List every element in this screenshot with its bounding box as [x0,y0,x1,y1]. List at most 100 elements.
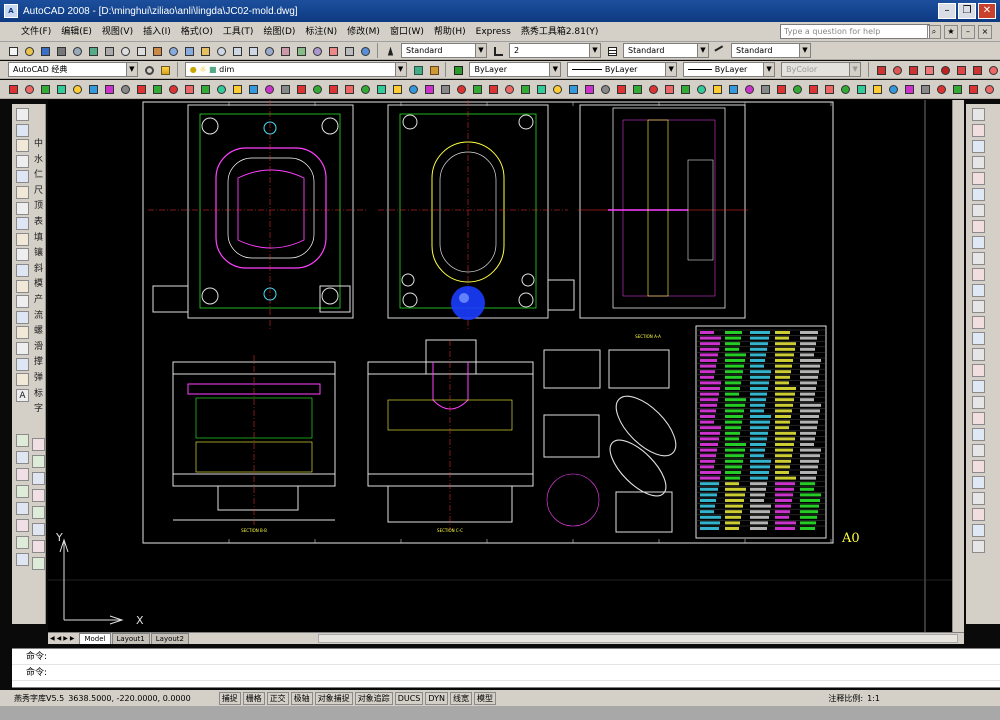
make-block-icon[interactable] [16,295,29,309]
trim-icon[interactable] [32,506,45,519]
status-toggle[interactable]: 对象追踪 [354,691,393,705]
yanxiu-tool-button[interactable]: 字 [32,403,45,416]
tool-34-icon[interactable] [534,82,548,96]
explode-icon[interactable] [32,557,45,570]
tool-42-icon[interactable] [662,82,676,96]
yx-7-icon[interactable] [970,63,984,77]
table-style-icon[interactable] [605,44,619,58]
tool-29-icon[interactable] [454,82,468,96]
sheet-set-icon[interactable] [310,44,324,58]
copy-icon[interactable] [118,44,132,58]
menu-item[interactable]: 视图(V) [97,23,138,41]
tab-layout1[interactable]: Layout1 [111,633,150,644]
extend-icon[interactable] [16,519,29,532]
copy-obj-icon[interactable] [32,438,45,451]
zoom-window-icon[interactable] [230,44,244,58]
tool-58-icon[interactable] [918,82,932,96]
right-tool-3-icon[interactable] [972,140,985,153]
yanxiu-tool-button[interactable]: 尺 [32,185,45,198]
right-tool-13-icon[interactable] [972,300,985,313]
right-tool-26-icon[interactable] [972,508,985,521]
chevron-down-icon[interactable]: ▼ [665,63,677,76]
tool-61-icon[interactable] [966,82,980,96]
yx-6-icon[interactable] [954,63,968,77]
join-icon[interactable] [16,536,29,549]
tool-40-icon[interactable] [630,82,644,96]
dim-style-select[interactable]: 2 ▼ [509,43,601,58]
pan-icon[interactable] [198,44,212,58]
save-icon[interactable] [38,44,52,58]
ellipse-icon[interactable] [16,248,29,262]
tool-35-icon[interactable] [550,82,564,96]
line-icon[interactable] [16,108,29,121]
minimize-button[interactable]: – [938,3,956,19]
tool-50-icon[interactable] [790,82,804,96]
polyline-icon[interactable] [16,139,29,153]
help-icon[interactable] [358,44,372,58]
tool-6-icon[interactable] [86,82,100,96]
hatch-icon[interactable] [16,326,29,340]
tool-52-icon[interactable] [822,82,836,96]
right-tool-4-icon[interactable] [972,156,985,169]
tool-24-icon[interactable] [374,82,388,96]
horizontal-scrollbar[interactable] [318,634,958,643]
tool-46-icon[interactable] [726,82,740,96]
offset-icon[interactable] [32,455,45,468]
yanxiu-tool-button[interactable]: 镶 [32,247,45,260]
right-tool-23-icon[interactable] [972,460,985,473]
chevron-down-icon[interactable]: ▼ [799,44,810,57]
yanxiu-tool-button[interactable]: 中 [32,138,45,151]
color-select[interactable]: ByLayer ▼ [469,62,562,77]
undo-icon[interactable] [166,44,180,58]
gradient-icon[interactable] [16,342,29,355]
move-icon[interactable] [32,472,45,485]
arc-icon[interactable] [16,186,29,199]
region-icon[interactable] [16,357,29,371]
make-current-layer-icon[interactable] [411,63,425,77]
tool-2-icon[interactable] [22,82,36,96]
right-tool-16-icon[interactable] [972,348,985,361]
tab-nav-arrows[interactable]: ◀◀▶▶ [48,633,78,644]
tool-45-icon[interactable] [710,82,724,96]
mtext-icon[interactable]: A [16,388,29,402]
menu-item[interactable]: Express [471,23,516,41]
close-button[interactable]: ✕ [978,3,996,19]
right-tool-2-icon[interactable] [972,124,985,137]
calculator-icon[interactable] [342,44,356,58]
tool-56-icon[interactable] [886,82,900,96]
cut-icon[interactable] [102,44,116,58]
yanxiu-tool-button[interactable]: 滑 [32,341,45,354]
preview-icon[interactable] [70,44,84,58]
cad-drawing[interactable]: SECTION B-B SECTION C-C SECTION A-A A0 Y… [48,100,964,632]
mirror-icon[interactable] [16,451,29,464]
status-toggle[interactable]: 极轴 [290,691,313,705]
tool-13-icon[interactable] [198,82,212,96]
status-toggle[interactable]: 模型 [473,691,496,705]
tool-12-icon[interactable] [182,82,196,96]
tool-10-icon[interactable] [150,82,164,96]
tab-layout2[interactable]: Layout2 [150,633,189,644]
coordinate-readout[interactable]: 3638.5000, -220.0000, 0.0000 [68,694,190,703]
open-icon[interactable] [22,44,36,58]
tool-33-icon[interactable] [518,82,532,96]
point-icon[interactable] [16,310,29,324]
yx-3-icon[interactable] [906,63,920,77]
tool-39-icon[interactable] [614,82,628,96]
right-tool-8-icon[interactable] [972,220,985,233]
right-tool-25-icon[interactable] [972,492,985,505]
tool-8-icon[interactable] [118,82,132,96]
tool-30-icon[interactable] [470,82,484,96]
tool-20-icon[interactable] [310,82,324,96]
chevron-down-icon[interactable]: ▼ [763,63,775,76]
tool-36-icon[interactable] [566,82,580,96]
right-tool-24-icon[interactable] [972,476,985,489]
menu-item[interactable]: 修改(M) [342,23,385,41]
status-toggle[interactable]: 正交 [266,691,289,705]
menu-item[interactable]: 燕秀工具箱2.81(Y) [516,23,604,41]
yanxiu-tool-button[interactable]: 弹 [32,372,45,385]
status-toggle[interactable]: 捕捉 [218,691,241,705]
print-icon[interactable] [54,44,68,58]
tool-37-icon[interactable] [582,82,596,96]
status-toggle[interactable]: DUCS [394,691,424,705]
restore-button[interactable]: ❐ [958,3,976,19]
